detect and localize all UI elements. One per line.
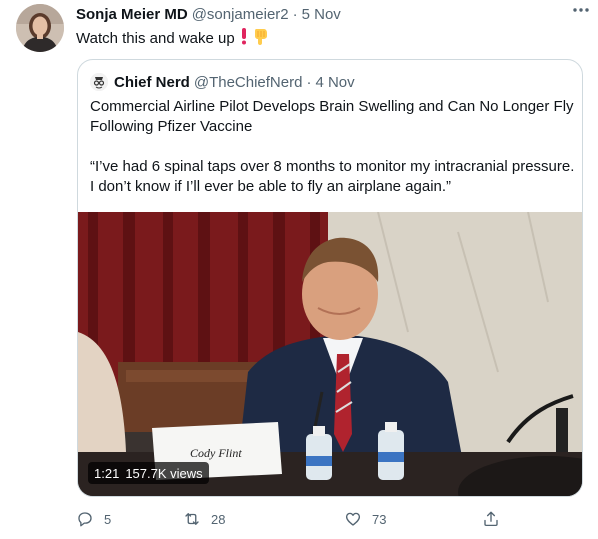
like-button[interactable]: 73 — [344, 508, 386, 530]
video-views: 157.7K views — [125, 465, 203, 481]
tweet[interactable]: Sonja Meier MD @sonjameier2 · 5 Nov Watc… — [0, 0, 598, 539]
author-name[interactable]: Sonja Meier MD — [76, 6, 188, 23]
quoted-tweet-date[interactable]: 4 Nov — [315, 74, 354, 91]
more-icon[interactable] — [568, 0, 594, 20]
tweet-text: Watch this and wake up — [76, 27, 269, 51]
author-avatar[interactable] — [16, 4, 64, 52]
video-player[interactable]: Cody Flint 1:21 157.7K views — [78, 212, 582, 496]
reply-icon — [78, 512, 92, 527]
exclamation-emoji — [240, 27, 248, 51]
avatar-photo — [16, 4, 64, 52]
like-icon — [345, 512, 361, 526]
retweet-count: 28 — [211, 511, 226, 527]
video-duration: 1:21 — [94, 465, 120, 481]
quoted-tweet-body: Commercial Airline Pilot Develops Brain … — [90, 97, 576, 197]
pointing-down-emoji — [253, 27, 269, 51]
quoted-tweet[interactable]: Chief Nerd @TheChiefNerd · 4 Nov Commerc… — [77, 59, 583, 497]
author-handle[interactable]: @sonjameier2 — [192, 6, 289, 23]
reply-button[interactable]: 5 — [76, 508, 111, 530]
quoted-author-avatar[interactable] — [90, 73, 108, 91]
like-count: 73 — [372, 511, 387, 527]
tweet-header: Sonja Meier MD @sonjameier2 · 5 Nov — [76, 4, 584, 24]
quoted-header-separator: · — [306, 73, 312, 91]
video-info-badge: 1:21 157.7K views — [88, 462, 209, 484]
quoted-quote-text: “I’ve had 6 spinal taps over 8 months to… — [90, 158, 575, 195]
share-icon — [484, 511, 498, 527]
quoted-headline: Commercial Airline Pilot Develops Brain … — [90, 98, 574, 135]
share-button[interactable] — [482, 508, 500, 530]
tweet-actions: 5 28 73 — [76, 508, 506, 530]
tweet-date[interactable]: 5 Nov — [302, 6, 341, 23]
quoted-author-name[interactable]: Chief Nerd — [114, 74, 190, 91]
video-frame: Cody Flint — [78, 212, 582, 496]
retweet-icon — [185, 513, 199, 525]
tweet-text-body: Watch this and wake up — [76, 30, 235, 47]
header-separator: · — [292, 5, 298, 23]
quoted-tweet-header: Chief Nerd @TheChiefNerd · 4 Nov — [90, 72, 355, 92]
reply-count: 5 — [104, 511, 112, 527]
retweet-button[interactable]: 28 — [183, 508, 225, 530]
name-card-label: Cody Flint — [190, 446, 242, 460]
nerd-logo-icon — [90, 73, 108, 91]
quoted-author-handle[interactable]: @TheChiefNerd — [194, 74, 303, 91]
